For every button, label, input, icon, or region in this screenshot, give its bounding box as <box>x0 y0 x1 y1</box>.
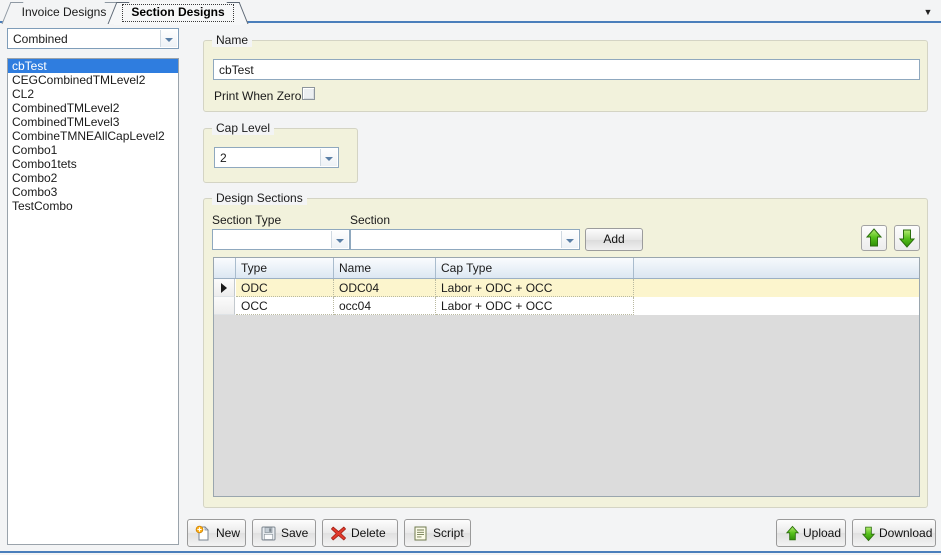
table-cell[interactable]: Labor + ODC + OCC <box>436 279 634 297</box>
name-input-value: cbTest <box>219 63 254 77</box>
section-label: Section <box>350 213 391 227</box>
tab-invoice-designs[interactable]: Invoice Designs <box>12 2 116 23</box>
chevron-down-icon[interactable] <box>331 231 348 248</box>
name-input[interactable]: cbTest <box>213 59 920 80</box>
cap-level-panel-legend: Cap Level <box>212 121 275 135</box>
list-item[interactable]: CL2 <box>8 87 178 101</box>
table-cell[interactable]: ODC <box>236 279 334 297</box>
table-cell[interactable]: ODC04 <box>334 279 436 297</box>
table-cell[interactable]: OCC <box>236 297 334 315</box>
chevron-down-icon[interactable]: ▼ <box>921 5 935 19</box>
design-filter-combo-value: Combined <box>13 32 68 46</box>
save-button[interactable]: Save <box>252 519 316 547</box>
new-button-label: New <box>216 526 241 540</box>
current-row-triangle-icon <box>221 283 227 293</box>
tab-section-designs[interactable]: Section Designs <box>114 2 242 25</box>
table-cell[interactable]: occ04 <box>334 297 436 315</box>
green-arrow-down-icon <box>860 525 877 542</box>
new-document-icon <box>195 525 212 542</box>
print-when-zero-label: Print When Zero <box>214 89 302 103</box>
download-button-label: Download <box>879 526 933 540</box>
bottom-accent-line <box>0 551 941 553</box>
green-arrow-up-icon <box>784 525 801 542</box>
list-item[interactable]: TestCombo <box>8 199 178 213</box>
design-filter-combo[interactable]: Combined <box>7 28 179 49</box>
cap-level-combo-value: 2 <box>220 151 227 165</box>
name-panel: Name cbTest Print When Zero <box>203 33 928 112</box>
design-sections-grid[interactable]: Type Name Cap Type ODC ODC04 Labor + ODC +… <box>213 257 920 497</box>
list-item[interactable]: CombinedTMLevel2 <box>8 101 178 115</box>
section-type-combo[interactable] <box>212 229 350 250</box>
tab-active-underline-mask <box>114 22 242 25</box>
section-combo[interactable] <box>350 229 580 250</box>
row-cells: ODC ODC04 Labor + ODC + OCC <box>236 279 919 297</box>
script-button[interactable]: Script <box>404 519 471 547</box>
table-row[interactable]: ODC ODC04 Labor + ODC + OCC <box>214 279 919 297</box>
list-item[interactable]: Combo2 <box>8 171 178 185</box>
list-item[interactable]: CombineTMNEAllCapLevel2 <box>8 129 178 143</box>
row-selector-cell[interactable] <box>214 297 235 315</box>
chevron-down-icon[interactable] <box>561 231 578 248</box>
red-x-icon <box>330 525 347 542</box>
list-item[interactable]: Combo1 <box>8 143 178 157</box>
chevron-down-icon[interactable] <box>320 149 337 166</box>
move-down-button[interactable] <box>894 225 920 251</box>
cap-level-panel: Cap Level 2 <box>203 121 358 183</box>
upload-button-label: Upload <box>803 526 842 540</box>
delete-button[interactable]: Delete <box>322 519 398 547</box>
download-button[interactable]: Download <box>852 519 936 547</box>
upload-button[interactable]: Upload <box>776 519 846 547</box>
cap-level-combo[interactable]: 2 <box>214 147 339 168</box>
list-item[interactable]: CombinedTMLevel3 <box>8 115 178 129</box>
row-cells: OCC occ04 Labor + ODC + OCC <box>236 297 919 315</box>
script-button-label: Script <box>433 526 464 540</box>
list-item[interactable]: cbTest <box>8 59 178 73</box>
delete-button-label: Delete <box>351 526 386 540</box>
list-item[interactable]: Combo1tets <box>8 157 178 171</box>
table-row[interactable]: OCC occ04 Labor + ODC + OCC <box>214 297 919 315</box>
grid-column-header-type[interactable]: Type <box>236 258 334 278</box>
grid-empty-area <box>214 315 919 496</box>
arrow-up-icon <box>865 228 883 247</box>
grid-column-header-name[interactable]: Name <box>334 258 436 278</box>
design-sections-panel: Design Sections Section Type Section Add <box>203 191 928 508</box>
design-sections-panel-legend: Design Sections <box>212 191 307 205</box>
row-selector-cell[interactable] <box>214 279 235 297</box>
application-window: Invoice Designs Section Designs ▼ Combin… <box>0 0 941 555</box>
tab-section-designs-label: Section Designs <box>131 5 225 19</box>
list-item[interactable]: CEGCombinedTMLevel2 <box>8 73 178 87</box>
name-panel-legend: Name <box>212 33 253 47</box>
grid-corner-cell <box>214 258 236 278</box>
chevron-down-icon[interactable] <box>160 30 177 47</box>
list-item[interactable]: Combo3 <box>8 185 178 199</box>
arrow-down-icon <box>898 229 916 248</box>
move-up-button[interactable] <box>861 225 887 251</box>
floppy-disk-icon <box>260 525 277 542</box>
save-button-label: Save <box>281 526 309 540</box>
table-cell[interactable]: Labor + ODC + OCC <box>436 297 634 315</box>
section-designs-listbox[interactable]: cbTest CEGCombinedTMLevel2 CL2 CombinedTMLe… <box>7 58 179 545</box>
script-document-icon <box>412 525 429 542</box>
tab-invoice-designs-label: Invoice Designs <box>21 5 107 19</box>
grid-column-header-cap-type[interactable]: Cap Type <box>436 258 634 278</box>
add-button[interactable]: Add <box>585 228 643 251</box>
print-when-zero-checkbox[interactable] <box>302 87 315 100</box>
section-type-label: Section Type <box>212 213 282 227</box>
grid-header-row: Type Name Cap Type <box>214 258 919 279</box>
new-button[interactable]: New <box>187 519 246 547</box>
tab-strip: Invoice Designs Section Designs ▼ <box>0 0 941 25</box>
